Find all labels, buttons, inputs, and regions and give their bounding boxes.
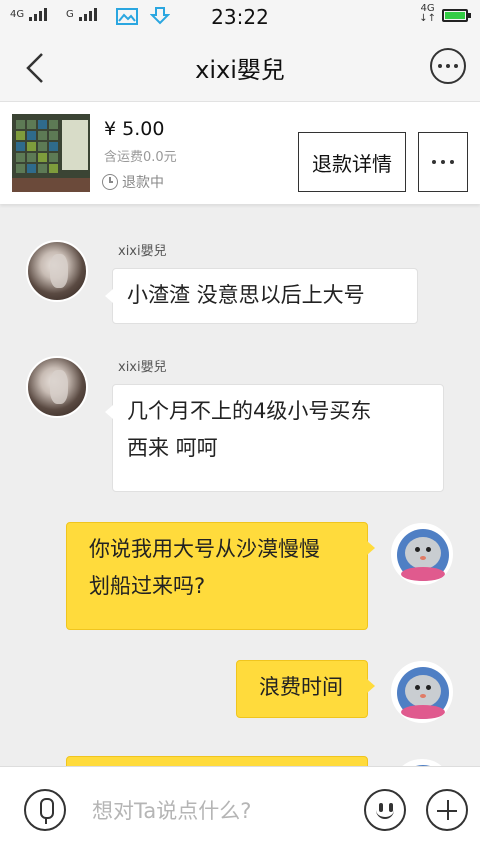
status-bar: 4G G 23:22 4G ↓↑ — [0, 0, 480, 32]
battery-icon — [442, 9, 471, 22]
message-text: 西来 呵呵 — [127, 436, 218, 460]
order-shipping: 含运费0.0元 — [104, 150, 177, 165]
nav-bar: xixi嬰兒 — [0, 32, 480, 102]
avatar[interactable] — [26, 240, 88, 302]
sender-name: xixi嬰兒 — [118, 360, 167, 375]
message-text: 小渣渣 没意思以后上大号 — [127, 283, 365, 307]
message-bubble[interactable]: 浪费时间 — [236, 660, 375, 718]
order-status: 退款中 — [102, 172, 164, 192]
input-bar: 想对Ta说点什么? — [0, 766, 480, 854]
more-icon[interactable] — [418, 132, 468, 192]
avatar[interactable] — [390, 660, 454, 724]
plus-icon[interactable] — [426, 789, 468, 831]
order-status-label: 退款中 — [122, 175, 164, 191]
product-thumbnail[interactable] — [12, 114, 90, 192]
order-price: ¥ 5.00 — [104, 118, 165, 140]
emoji-icon[interactable] — [364, 789, 406, 831]
clock: 23:22 — [211, 5, 269, 29]
avatar[interactable] — [390, 522, 454, 586]
message-bubble-partial[interactable] — [66, 756, 368, 766]
network-label: 4G — [420, 3, 435, 14]
more-icon[interactable] — [430, 48, 466, 84]
order-card[interactable]: ¥ 5.00 含运费0.0元 退款中 退款详情 — [0, 102, 480, 204]
page-title: xixi嬰兒 — [195, 56, 285, 84]
refund-details-button[interactable]: 退款详情 — [298, 132, 406, 192]
sender-name: xixi嬰兒 — [118, 244, 167, 259]
network-type-right: 4G ↓↑ — [419, 3, 436, 24]
message-text: 几个月不上的4级小号买东 — [127, 399, 372, 423]
message-bubble[interactable]: 几个月不上的4级小号买东 西来 呵呵 — [105, 384, 444, 492]
avatar[interactable] — [390, 758, 454, 766]
microphone-icon[interactable] — [24, 789, 66, 831]
avatar[interactable] — [26, 356, 88, 418]
clock-icon — [102, 174, 118, 190]
chat-area[interactable]: xixi嬰兒 小渣渣 没意思以后上大号 xixi嬰兒 几个月不上的4级小号买东 … — [0, 204, 480, 766]
message-text: 划船过来吗? — [89, 574, 206, 598]
message-bubble[interactable]: 小渣渣 没意思以后上大号 — [105, 268, 418, 324]
message-text: 你说我用大号从沙漠慢慢 — [89, 537, 320, 561]
message-input[interactable]: 想对Ta说点什么? — [92, 795, 251, 825]
message-text: 浪费时间 — [259, 675, 343, 699]
message-bubble[interactable]: 你说我用大号从沙漠慢慢 划船过来吗? — [66, 522, 375, 630]
